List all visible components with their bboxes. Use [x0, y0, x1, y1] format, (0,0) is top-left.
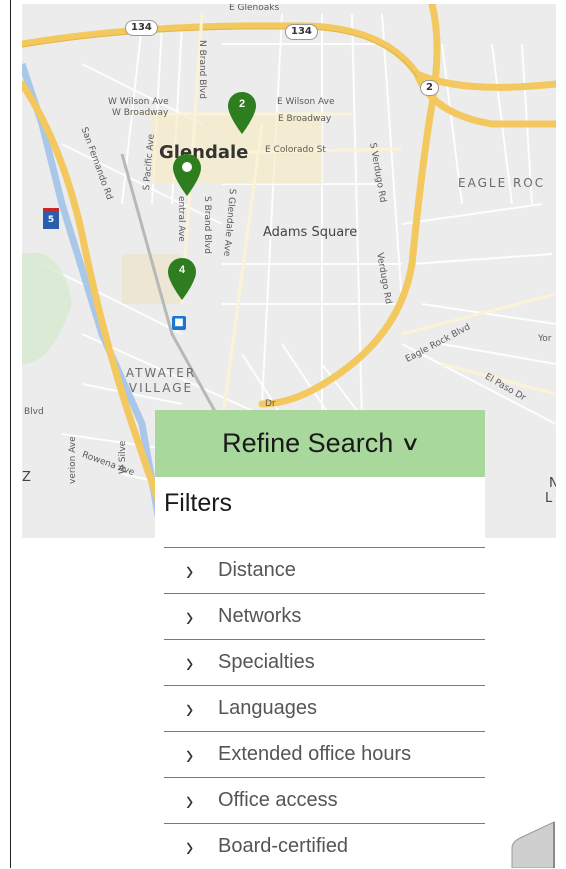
left-border: [10, 0, 11, 868]
filter-label: Distance: [218, 559, 296, 581]
street-label: entral Ave: [176, 196, 186, 242]
street-label: verion Ave: [68, 436, 78, 484]
chevron-right-icon: ›: [186, 737, 194, 771]
street-label: E Glenoaks: [229, 4, 280, 13]
route-2-shield: 2: [420, 80, 439, 96]
street-label: W Silve: [118, 440, 128, 474]
street-label: N Brand Blvd: [197, 40, 207, 99]
refine-search-label: Refine Search: [222, 428, 394, 458]
street-label: Z: [22, 470, 31, 485]
route-134-shield: 134: [125, 20, 158, 36]
filter-label: Languages: [218, 697, 317, 719]
filter-label: Networks: [218, 605, 302, 627]
street-label: E Broadway: [278, 114, 332, 124]
filter-specialties[interactable]: › Specialties: [164, 639, 485, 685]
filter-board-certified[interactable]: › Board-certified: [164, 823, 485, 869]
refine-search-button[interactable]: Refine Search ∨: [155, 410, 485, 477]
street-label: W Broadway: [112, 108, 169, 118]
chevron-right-icon: ›: [186, 599, 194, 633]
street-label: E Colorado St: [265, 145, 326, 155]
street-label: Dr: [265, 399, 276, 409]
pin-number: 4: [178, 264, 186, 276]
neighborhood-label: Adams Square: [263, 225, 358, 240]
chevron-right-icon: ›: [186, 691, 194, 725]
filter-list: › Distance › Networks › Specialties › La…: [164, 547, 485, 869]
chevron-down-icon: ∨: [400, 433, 421, 455]
street-label: S Brand Blvd: [202, 196, 212, 254]
map-pin-icon: [173, 154, 201, 196]
area-label: N: [549, 476, 556, 491]
filter-label: Specialties: [218, 651, 315, 673]
page-curl-icon[interactable]: [508, 818, 558, 868]
filter-label: Office access: [218, 789, 338, 811]
filter-extended-office-hours[interactable]: › Extended office hours: [164, 731, 485, 777]
pin-number: 2: [238, 98, 246, 110]
map-pin-2[interactable]: 2: [228, 92, 256, 134]
street-label: W Wilson Ave: [108, 97, 169, 107]
street-label: Yor: [538, 334, 552, 344]
map-pin-4[interactable]: 4: [168, 258, 196, 300]
district-label: ATWATER VILLAGE: [125, 366, 197, 395]
street-label: Blvd: [24, 407, 44, 417]
route-134-shield: 134: [285, 24, 318, 40]
chevron-right-icon: ›: [186, 645, 194, 679]
area-label: L: [545, 491, 553, 506]
filter-distance[interactable]: › Distance: [164, 547, 485, 593]
chevron-right-icon: ›: [186, 783, 194, 817]
filters-header: Filters: [155, 477, 485, 538]
filter-office-access[interactable]: › Office access: [164, 777, 485, 823]
train-station-icon[interactable]: ■: [172, 316, 186, 330]
chevron-right-icon: ›: [186, 553, 194, 587]
filter-label: Board-certified: [218, 835, 349, 857]
interstate-5-shield: 5: [43, 208, 59, 229]
filter-networks[interactable]: › Networks: [164, 593, 485, 639]
filters-title: Filters: [164, 489, 233, 517]
chevron-right-icon: ›: [186, 829, 194, 863]
district-label: EAGLE ROC: [458, 176, 546, 190]
filter-languages[interactable]: › Languages: [164, 685, 485, 731]
map-pin-1[interactable]: [173, 154, 201, 196]
street-label: E Wilson Ave: [277, 97, 335, 107]
filter-label: Extended office hours: [218, 743, 412, 765]
